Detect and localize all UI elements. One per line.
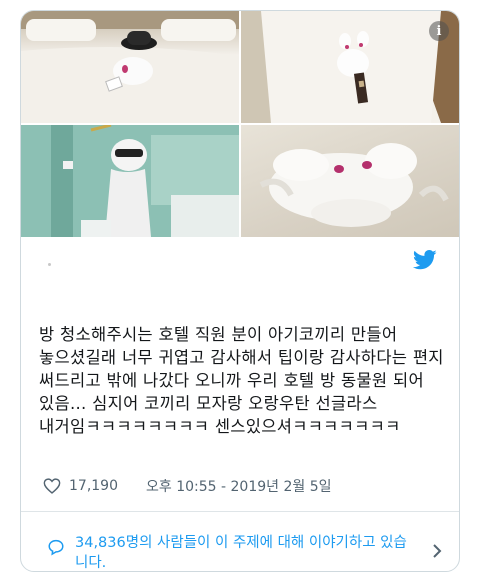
chevron-right-icon[interactable] (431, 544, 443, 558)
tweet-timestamp[interactable]: 오후 10:55 - 2019년 2월 5일 (146, 476, 332, 496)
divider (21, 511, 459, 512)
tweet-meta: 17,190 오후 10:55 - 2019년 2월 5일 (43, 475, 332, 497)
tweet-card: i 방 청소해주시는 호텔 직원 분이 아기코끼리 만들어 놓으셨길래 너무 귀… (20, 10, 460, 572)
bed-with-elephant-towel-photo[interactable] (21, 11, 239, 123)
swan-towel-photo[interactable]: i (241, 11, 459, 123)
sunglasses-shape (115, 149, 143, 157)
twitter-bird-icon[interactable] (413, 250, 437, 270)
bathroom-orangutan-photo[interactable] (21, 125, 239, 237)
conversation-text[interactable]: 34,836명의 사람들이 이 주제에 대해 이야기하고 있습니다. (75, 533, 415, 571)
avatar-speck (48, 263, 51, 266)
speech-bubble-icon (48, 539, 64, 556)
heart-icon[interactable] (43, 478, 61, 494)
info-icon[interactable]: i (429, 21, 449, 41)
light-switch-shape (63, 161, 73, 169)
towel-animal-shape (337, 49, 369, 77)
pillow-shape (161, 19, 236, 41)
like-count[interactable]: 17,190 (69, 478, 118, 494)
towel-animal-closeup-photo[interactable] (241, 125, 459, 237)
tweet-text: 방 청소해주시는 호텔 직원 분이 아기코끼리 만들어 놓으셨길래 너무 귀엽고… (39, 325, 444, 436)
mirror-shape (151, 135, 239, 205)
photo-grid: i (21, 11, 459, 237)
sink-counter-shape (171, 195, 239, 237)
pillow-shape (26, 19, 96, 41)
